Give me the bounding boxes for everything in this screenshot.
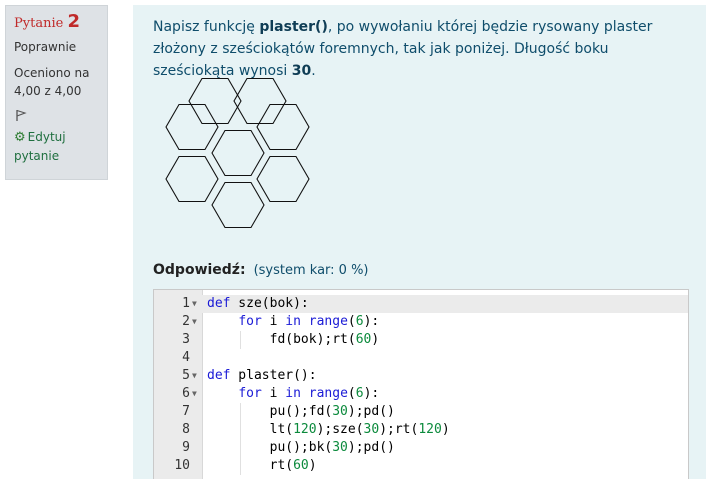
function-name: plaster() [259, 19, 328, 35]
hexagon-mid-right [256, 103, 310, 151]
grade-line-1: Oceniono na [14, 66, 90, 80]
code-line[interactable]: 7 pu();fd(30);pd() [154, 403, 688, 421]
code-editor[interactable]: 1 ▼ def sze(bok): 2 ▼ for i in range(6): 3 fd… [153, 289, 689, 479]
line-number: 4 [182, 350, 190, 365]
line-number: 7 [182, 404, 190, 419]
line-number: 5 [182, 368, 190, 383]
code-text: def plaster(): [207, 368, 317, 383]
hexagon-top-right [233, 77, 287, 125]
edit-line-2: pytanie [14, 149, 60, 163]
question-info-panel: Pytanie 2 Poprawnie Oceniono na 4,00 z 4… [5, 5, 108, 180]
code-text: pu();fd(30);pd() [207, 404, 395, 419]
hexagon-low-right [256, 155, 310, 203]
line-number: 6 [182, 386, 190, 401]
question-grade: Oceniono na 4,00 z 4,00 [14, 64, 99, 100]
line-number: 1 [182, 296, 190, 311]
code-text: rt(60) [207, 458, 317, 473]
hexagon-top-left [188, 77, 242, 125]
fold-arrow-icon[interactable]: ▼ [192, 313, 197, 331]
indent-guide [240, 331, 241, 349]
question-text-part-1: Napisz funkcję [153, 19, 260, 35]
line-number: 10 [174, 458, 190, 473]
code-text: fd(bok);rt(60) [207, 332, 380, 347]
line-number: 3 [182, 332, 190, 347]
flag-icon[interactable] [14, 108, 28, 122]
honeycomb-figure [165, 77, 310, 229]
question-number-heading: Pytanie 2 [14, 12, 99, 34]
code-line[interactable]: 3 fd(bok);rt(60) [154, 331, 688, 349]
hexagon-mid-left [165, 103, 219, 151]
hexagon-bottom [211, 181, 265, 229]
line-number: 2 [182, 314, 190, 329]
code-text: for i in range(6): [238, 314, 380, 329]
question-content-panel: Napisz funkcję plaster(), po wywołaniu k… [133, 5, 706, 479]
fold-arrow-icon[interactable]: ▼ [192, 367, 197, 385]
code-line[interactable]: 9 pu();bk(30);pd() [154, 439, 688, 457]
penalty-note: (system kar: 0 %) [253, 263, 369, 278]
code-text: for i in range(6): [238, 386, 380, 401]
grade-line-2: 4,00 z 4,00 [14, 84, 82, 98]
question-word: Pytanie [14, 16, 64, 31]
question-state: Poprawnie [14, 40, 77, 54]
indent-guide [240, 403, 241, 475]
line-number: 9 [182, 440, 190, 455]
code-line[interactable]: 6 ▼ for i in range(6): [154, 385, 688, 403]
code-line[interactable]: 4 [154, 349, 688, 367]
code-line[interactable]: 10 rt(60) [154, 457, 688, 475]
edit-line-1: Edytuj [27, 130, 66, 144]
fold-arrow-icon[interactable]: ▼ [192, 385, 197, 403]
code-text: def sze(bok): [207, 296, 309, 311]
code-text: pu();bk(30);pd() [207, 440, 395, 455]
fold-arrow-icon[interactable]: ▼ [192, 295, 197, 313]
code-line[interactable]: 8 lt(120);sze(30);rt(120) [154, 421, 688, 439]
hexagon-center [211, 129, 265, 177]
code-line[interactable]: 5 ▼ def plaster(): [154, 367, 688, 385]
answer-label-row: Odpowiedź: (system kar: 0 %) [153, 262, 369, 278]
question-number: 2 [67, 11, 80, 32]
code-text: lt(120);sze(30);rt(120) [207, 422, 450, 437]
code-line[interactable]: 1 ▼ def sze(bok): [154, 295, 688, 313]
gear-icon: ⚙ [14, 130, 26, 145]
answer-label: Odpowiedź: [153, 262, 246, 278]
hexagon-low-left [165, 155, 219, 203]
code-line[interactable]: 2 ▼ for i in range(6): [154, 313, 688, 331]
line-number: 8 [182, 422, 190, 437]
edit-question-link[interactable]: ⚙ Edytuj pytanie [14, 128, 99, 165]
